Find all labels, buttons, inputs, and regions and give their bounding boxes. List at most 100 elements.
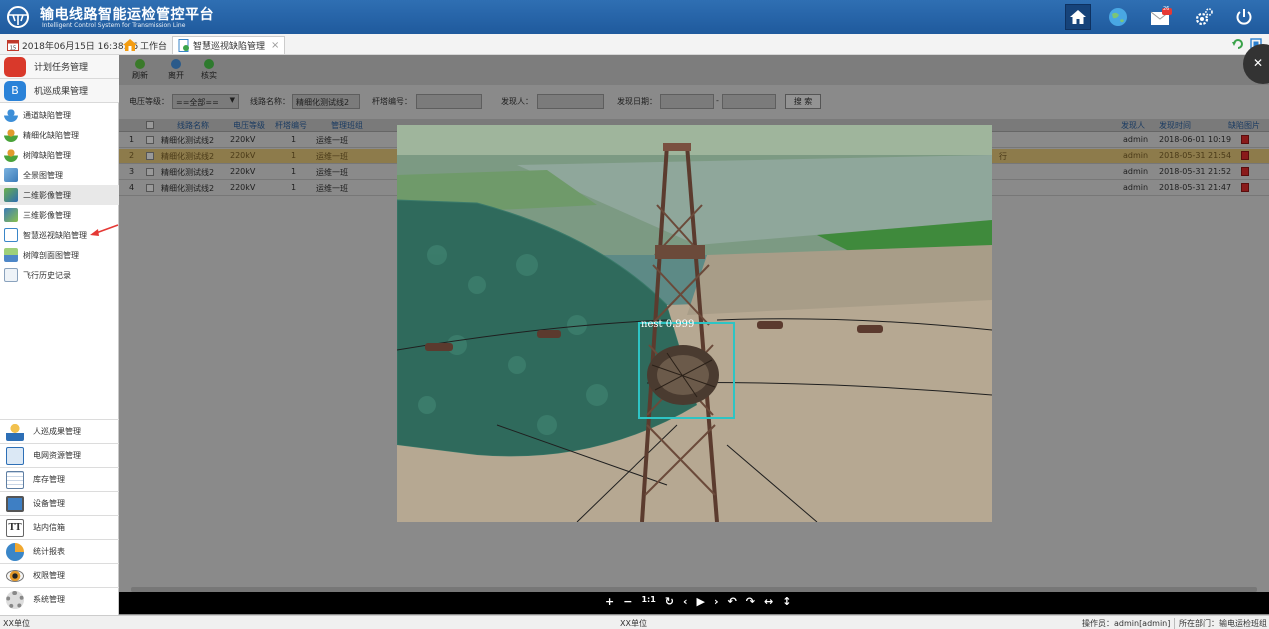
defect-image-icon[interactable] bbox=[1241, 183, 1249, 192]
row-checkbox[interactable] bbox=[146, 152, 154, 160]
finder-label: 发现人： bbox=[501, 97, 533, 106]
zoom-out-icon[interactable]: − bbox=[623, 595, 632, 608]
globe-button[interactable] bbox=[1105, 4, 1131, 30]
sidebar-item-fine-defects[interactable]: 精细化缺陷管理 bbox=[0, 125, 119, 145]
tower-cell: 1 bbox=[291, 135, 297, 144]
sidebar-item-manual-patrol[interactable]: 人巡成果管理 bbox=[0, 419, 119, 443]
sidebar-item-tree-defects[interactable]: 树障缺陷管理 bbox=[0, 145, 119, 165]
defect-image-icon[interactable] bbox=[1241, 151, 1249, 160]
search-button[interactable]: 搜 索 bbox=[785, 94, 821, 109]
status-department: 所在部门：输电运检班组 bbox=[1174, 618, 1267, 629]
tab-smart-patrol-defects[interactable]: 智慧巡视缺陷管理 × bbox=[172, 36, 286, 54]
settings-icon bbox=[1195, 8, 1213, 26]
eye-icon bbox=[6, 569, 24, 582]
date-end-input[interactable] bbox=[722, 94, 776, 109]
line-name-cell: 精细化测试线2 bbox=[161, 184, 215, 193]
select-all-checkbox[interactable] bbox=[146, 121, 154, 129]
finder-cell: admin bbox=[1123, 167, 1149, 176]
sidebar-item-label: 树障剖面图管理 bbox=[23, 250, 79, 260]
row-checkbox[interactable] bbox=[146, 168, 154, 176]
prev-icon[interactable]: ‹ bbox=[683, 595, 688, 608]
finder-cell: admin bbox=[1123, 183, 1149, 192]
close-tab-icon[interactable]: × bbox=[271, 40, 279, 51]
image-icon bbox=[4, 188, 18, 202]
tab-label: 智慧巡视缺陷管理 bbox=[193, 42, 266, 52]
defect-photo[interactable]: nest 0.999 bbox=[397, 125, 992, 522]
toolbar-label: 离开 bbox=[168, 71, 184, 80]
leave-button[interactable]: 离开 bbox=[164, 59, 188, 81]
settings-button[interactable] bbox=[1191, 4, 1217, 30]
sidebar-item-mailbox[interactable]: TT 站内信箱 bbox=[0, 515, 119, 539]
mail-button[interactable]: 26 bbox=[1148, 4, 1174, 30]
verify-button[interactable]: 核实 bbox=[197, 59, 221, 81]
column-header[interactable]: 线路名称 bbox=[177, 120, 209, 131]
tab-bar: 15 2018年06月15日 16:38:26 工作台 智慧巡视缺陷管理 × bbox=[0, 34, 1269, 55]
row-checkbox[interactable] bbox=[146, 136, 154, 144]
sidebar-item-label: 精细化缺陷管理 bbox=[23, 130, 79, 140]
defect-image-icon[interactable] bbox=[1241, 135, 1249, 144]
row-checkbox[interactable] bbox=[146, 184, 154, 192]
tower-label: 杆塔编号： bbox=[372, 97, 412, 106]
user-icon bbox=[4, 128, 18, 142]
app-title: 输电线路智能运检管控平台 bbox=[40, 7, 214, 23]
play-icon[interactable]: ▶ bbox=[697, 595, 705, 608]
team-cell: 运维一班 bbox=[316, 184, 348, 193]
column-header[interactable]: 发现时间 bbox=[1159, 120, 1191, 131]
worker-icon bbox=[6, 422, 24, 441]
line-name-input[interactable]: 精细化测试线2 bbox=[292, 94, 360, 109]
column-header[interactable]: 发现人 bbox=[1121, 120, 1145, 131]
sidebar-item-2d-imagery[interactable]: 二维影像管理 bbox=[0, 185, 119, 205]
sidebar-item-label: 权限管理 bbox=[33, 571, 65, 580]
sidebar-item-panorama[interactable]: 全景图管理 bbox=[0, 165, 119, 185]
sidebar-item-equipment[interactable]: 设备管理 bbox=[0, 491, 119, 515]
team-cell: 运维一班 bbox=[316, 136, 348, 145]
sidebar-item-permissions[interactable]: 权限管理 bbox=[0, 563, 119, 587]
sidebar-item-3d-imagery[interactable]: 三维影像管理 bbox=[0, 205, 119, 225]
defect-image-icon[interactable] bbox=[1241, 167, 1249, 176]
image-icon bbox=[4, 168, 18, 182]
column-header[interactable]: 缺陷图片 bbox=[1228, 120, 1260, 131]
team-cell: 运维一班 bbox=[316, 152, 348, 161]
column-header[interactable]: 管理班组 bbox=[331, 120, 363, 131]
reset-icon[interactable]: ↻ bbox=[665, 595, 674, 608]
zoom-in-icon[interactable]: + bbox=[605, 595, 614, 608]
sidebar-item-tree-profile[interactable]: 树障剖面图管理 bbox=[0, 245, 119, 265]
column-header[interactable]: 电压等级 bbox=[233, 120, 265, 131]
actual-size-icon[interactable]: 1:1 bbox=[641, 595, 655, 608]
sidebar: 计划任务管理 B 机巡成果管理 通道缺陷管理 精细化缺陷管理 树障缺陷管理 全景… bbox=[0, 55, 119, 615]
refresh-tab-icon[interactable] bbox=[1232, 38, 1244, 53]
refresh-button[interactable]: 刷新 bbox=[128, 59, 152, 81]
sidebar-item-system[interactable]: 系统管理 bbox=[0, 587, 119, 611]
sidebar-item-reports[interactable]: 统计报表 bbox=[0, 539, 119, 563]
tab-workbench[interactable]: 工作台 bbox=[118, 36, 174, 54]
date-separator: - bbox=[716, 96, 719, 105]
sidebar-group-machine-patrol[interactable]: B 机巡成果管理 bbox=[0, 79, 119, 103]
sidebar-item-grid-resources[interactable]: 电网资源管理 bbox=[0, 443, 119, 467]
row-number: 3 bbox=[129, 167, 135, 176]
sidebar-item-label: 二维影像管理 bbox=[23, 190, 71, 200]
filter-bar: 电压等级： ==全部== ▼ 线路名称： 精细化测试线2 杆塔编号： 发现人： … bbox=[119, 91, 1269, 113]
date-start-input[interactable] bbox=[660, 94, 714, 109]
voltage-select[interactable]: ==全部== ▼ bbox=[172, 94, 239, 109]
sidebar-item-label: 全景图管理 bbox=[23, 170, 63, 180]
next-icon[interactable]: › bbox=[714, 595, 719, 608]
finder-cell: admin bbox=[1123, 135, 1149, 144]
rotate-left-icon[interactable]: ↶ bbox=[728, 595, 737, 608]
document-icon bbox=[4, 228, 18, 242]
tower-number-input[interactable] bbox=[416, 94, 482, 109]
logo-icon bbox=[7, 6, 29, 28]
sidebar-item-flight-history[interactable]: 飞行历史记录 bbox=[0, 265, 119, 285]
line-name-cell: 精细化测试线2 bbox=[161, 152, 215, 161]
sidebar-group-plan-tasks[interactable]: 计划任务管理 bbox=[0, 55, 119, 79]
power-button[interactable] bbox=[1231, 4, 1257, 30]
sidebar-item-channel-defects[interactable]: 通道缺陷管理 bbox=[0, 105, 119, 125]
home-button[interactable] bbox=[1065, 4, 1091, 30]
flip-vertical-icon[interactable]: ↕ bbox=[782, 595, 791, 608]
finder-input[interactable] bbox=[537, 94, 604, 109]
rotate-right-icon[interactable]: ↷ bbox=[746, 595, 755, 608]
sidebar-item-inventory[interactable]: 库存管理 bbox=[0, 467, 119, 491]
flip-horizontal-icon[interactable]: ↔ bbox=[764, 595, 773, 608]
column-header[interactable]: 杆塔编号 bbox=[275, 120, 307, 131]
voltage-cell: 220kV bbox=[230, 167, 256, 176]
power-icon bbox=[1236, 9, 1252, 25]
